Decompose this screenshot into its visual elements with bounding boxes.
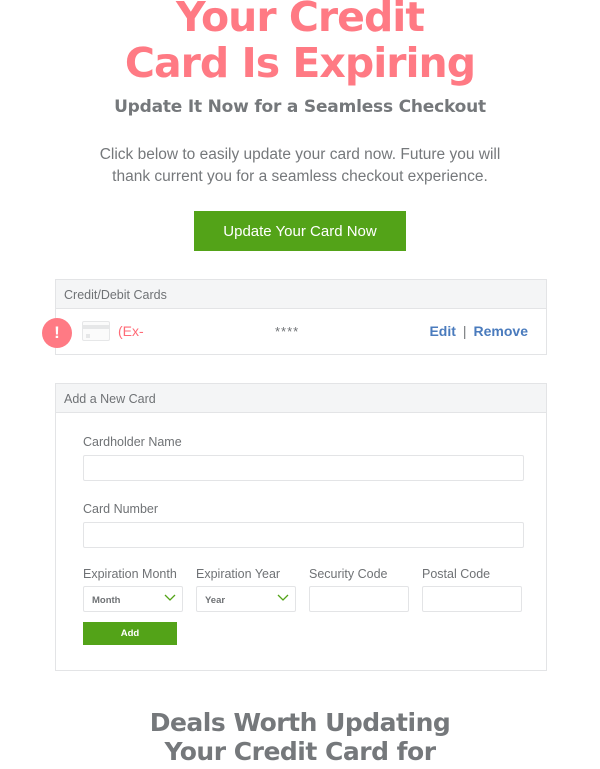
deals-title-line-1: Deals Worth Updating: [149, 708, 451, 737]
card-number-label: Card Number: [83, 502, 159, 516]
hero-title: Your Credit Card Is Expiring: [0, 0, 600, 86]
intro-line-1: Click below to easily update your card n…: [99, 146, 501, 163]
credit-card-icon: [82, 321, 110, 341]
deals-title: Deals Worth Updating Your Credit Card fo…: [0, 708, 600, 766]
update-card-button[interactable]: Update Your Card Now: [194, 211, 406, 251]
chevron-down-icon: [164, 594, 176, 601]
action-separator: |: [462, 323, 467, 339]
postal-code-label: Postal Code: [422, 567, 491, 581]
edit-card-link[interactable]: Edit: [429, 323, 455, 339]
hero-title-line-2: Card Is Expiring: [124, 39, 476, 87]
expiration-year-label: Expiration Year: [196, 567, 281, 581]
postal-code-input[interactable]: [422, 586, 522, 612]
hero-title-line-1: Your Credit: [176, 0, 425, 41]
intro-text: Click below to easily update your card n…: [80, 144, 520, 188]
hero-subtitle: Update It Now for a Seamless Checkout: [114, 97, 486, 117]
cardholder-name-label: Cardholder Name: [83, 435, 182, 449]
chevron-down-icon: [277, 594, 289, 601]
card-expiry-text: (Ex-: [118, 323, 144, 339]
saved-cards-header: Credit/Debit Cards: [56, 280, 546, 309]
exclamation-alert-icon: !: [42, 318, 72, 348]
security-code-label: Security Code: [309, 567, 388, 581]
add-card-panel: Add a New Card Cardholder Name Card Numb…: [55, 383, 547, 671]
saved-cards-panel: Credit/Debit Cards ! (Ex- **** Edit | Remo…: [42, 279, 547, 355]
expiration-year-value: Year: [205, 595, 226, 606]
remove-card-link[interactable]: Remove: [474, 323, 528, 339]
card-masked-number: ****: [275, 324, 300, 339]
expiration-month-value: Month: [92, 595, 121, 606]
add-card-button[interactable]: Add: [83, 622, 177, 645]
expiration-year-select[interactable]: Year: [196, 586, 296, 612]
saved-card-row: ! (Ex- **** Edit | Remove: [42, 309, 546, 355]
add-card-header: Add a New Card: [56, 384, 546, 413]
deals-title-line-2: Your Credit Card for: [164, 737, 436, 766]
cardholder-name-input[interactable]: [83, 455, 524, 481]
intro-line-2: thank current you for a seamless checkou…: [112, 168, 488, 185]
card-number-input[interactable]: [83, 522, 524, 548]
expiration-month-label: Expiration Month: [83, 567, 177, 581]
expiration-month-select[interactable]: Month: [83, 586, 183, 612]
security-code-input[interactable]: [309, 586, 409, 612]
card-actions: Edit | Remove: [429, 323, 528, 339]
